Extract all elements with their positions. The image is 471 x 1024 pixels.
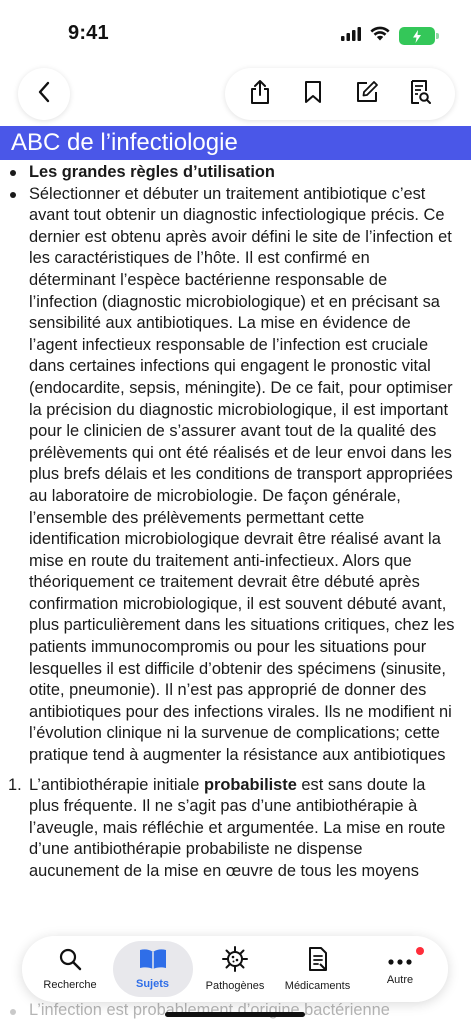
tab-pathogenes[interactable]: Pathogènes bbox=[195, 941, 275, 997]
navigation-bar bbox=[0, 64, 471, 124]
page-title: ABC de l’infectiologie bbox=[11, 129, 238, 156]
tab-sujets[interactable]: Sujets bbox=[112, 941, 193, 997]
note-edit-icon bbox=[355, 80, 379, 109]
tab-label: Recherche bbox=[43, 979, 97, 991]
bullet-icon bbox=[10, 1009, 16, 1015]
bullet-icon bbox=[10, 191, 16, 198]
chevron-left-icon bbox=[37, 81, 51, 108]
search-document-icon bbox=[409, 79, 432, 110]
share-icon bbox=[249, 79, 271, 110]
tab-recherche[interactable]: Recherche bbox=[30, 941, 110, 997]
status-icons bbox=[341, 26, 439, 46]
share-button[interactable] bbox=[240, 74, 280, 114]
tab-medicaments[interactable]: Médicaments bbox=[278, 941, 358, 997]
tab-label: Autre bbox=[386, 973, 414, 986]
paragraph-text: Sélectionner et débuter un traitement an… bbox=[29, 184, 455, 765]
status-bar: 9:41 bbox=[0, 0, 471, 64]
virus-icon bbox=[222, 946, 248, 977]
tab-bar: Recherche Sujets Pathogènes Médicaments … bbox=[22, 936, 448, 1002]
item-text-prefix: L’antibiothérapie initiale bbox=[29, 775, 204, 794]
section-heading: Les grandes règles d’utilisation bbox=[29, 163, 275, 181]
status-time: 9:41 bbox=[68, 22, 109, 44]
bookmark-button[interactable] bbox=[293, 74, 333, 114]
faded-list-item: L’infection est probablement d’origine b… bbox=[0, 1001, 471, 1020]
numbered-item: 1. L’antibiothérapie initiale probabilis… bbox=[0, 775, 471, 883]
tab-label: Pathogènes bbox=[205, 980, 265, 992]
item-number: 1. bbox=[8, 775, 22, 794]
item-text-bold: probabiliste bbox=[203, 775, 297, 794]
page-title-bar: ABC de l’infectiologie bbox=[0, 126, 471, 160]
prescription-icon bbox=[306, 946, 330, 977]
tab-label: Médicaments bbox=[284, 980, 351, 992]
notification-badge bbox=[416, 947, 424, 955]
article-content: Les grandes règles d’utilisation Sélecti… bbox=[0, 162, 471, 883]
list-item: Sélectionner et débuter un traitement an… bbox=[0, 184, 471, 767]
search-icon bbox=[58, 947, 82, 976]
toolbar-actions bbox=[225, 68, 455, 120]
bookmark-icon bbox=[304, 80, 322, 109]
battery-charging-icon bbox=[399, 27, 439, 45]
tab-autre[interactable]: Autre bbox=[360, 941, 440, 997]
note-edit-button[interactable] bbox=[347, 74, 387, 114]
book-icon bbox=[138, 948, 168, 975]
search-document-button[interactable] bbox=[400, 74, 440, 114]
list-item: Les grandes règles d’utilisation bbox=[0, 162, 471, 184]
wifi-icon bbox=[370, 26, 390, 46]
home-indicator bbox=[165, 1012, 305, 1017]
bullet-icon bbox=[10, 170, 16, 176]
back-button[interactable] bbox=[18, 68, 70, 120]
bullet-list: Les grandes règles d’utilisation Sélecti… bbox=[0, 162, 471, 767]
more-icon bbox=[387, 953, 413, 971]
signal-icon bbox=[341, 26, 361, 46]
tab-label: Sujets bbox=[135, 978, 169, 990]
